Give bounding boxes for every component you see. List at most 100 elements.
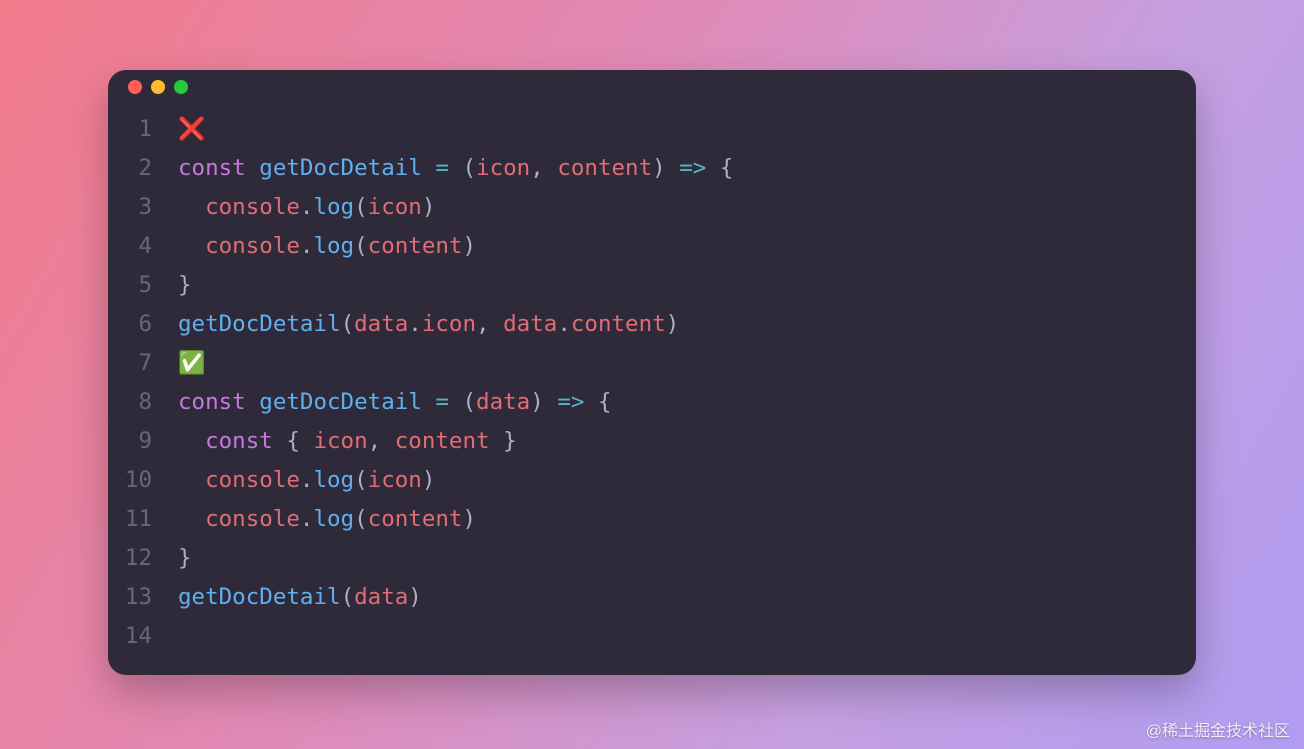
code-token xyxy=(449,155,463,181)
code-token: = xyxy=(435,389,449,415)
code-token: const xyxy=(178,389,259,415)
line-content: console.log(content) xyxy=(178,227,1196,266)
line-number: 4 xyxy=(108,227,178,266)
code-line: 11 console.log(content) xyxy=(108,500,1196,539)
line-content: console.log(icon) xyxy=(178,188,1196,227)
code-token: log xyxy=(313,467,354,493)
code-token: ) xyxy=(462,233,476,259)
code-token: icon xyxy=(422,311,476,337)
code-token xyxy=(178,428,205,454)
code-token: ❌ xyxy=(178,117,205,142)
code-token: data xyxy=(354,584,408,610)
code-token: console xyxy=(205,233,300,259)
code-token: } xyxy=(178,272,192,298)
line-number: 1 xyxy=(108,110,178,149)
watermark-text: @稀土掘金技术社区 xyxy=(1146,717,1290,741)
code-token: ) xyxy=(408,584,422,610)
code-line: 10 console.log(icon) xyxy=(108,461,1196,500)
code-token: ✅ xyxy=(178,351,205,376)
line-number: 5 xyxy=(108,266,178,305)
code-token: => xyxy=(557,389,584,415)
zoom-icon[interactable] xyxy=(174,80,188,94)
code-token: { xyxy=(286,428,313,454)
code-token: icon xyxy=(368,194,422,220)
line-content: } xyxy=(178,539,1196,578)
code-token xyxy=(422,389,436,415)
code-token: ( xyxy=(462,155,476,181)
code-token: , xyxy=(476,311,503,337)
code-token: getDocDetail xyxy=(259,155,422,181)
window-titlebar xyxy=(108,70,1196,104)
code-token: } xyxy=(490,428,517,454)
code-token: ) xyxy=(530,389,557,415)
code-line: 4 console.log(content) xyxy=(108,227,1196,266)
code-token: } xyxy=(178,545,192,571)
code-line: 3 console.log(icon) xyxy=(108,188,1196,227)
code-line: 1❌ xyxy=(108,110,1196,149)
line-content: ❌ xyxy=(178,110,1196,149)
code-token: content xyxy=(571,311,666,337)
code-token xyxy=(178,233,205,259)
code-token: content xyxy=(395,428,490,454)
code-token: ) xyxy=(666,311,680,337)
code-line: 6getDocDetail(data.icon, data.content) xyxy=(108,305,1196,344)
code-token: data xyxy=(354,311,408,337)
code-token: console xyxy=(205,194,300,220)
code-token: data xyxy=(503,311,557,337)
code-token: . xyxy=(557,311,571,337)
code-token: . xyxy=(300,467,314,493)
code-token: const xyxy=(178,155,259,181)
code-token: ( xyxy=(354,194,368,220)
code-token: getDocDetail xyxy=(259,389,422,415)
line-number: 9 xyxy=(108,422,178,461)
line-content: getDocDetail(data) xyxy=(178,578,1196,617)
line-content: const { icon, content } xyxy=(178,422,1196,461)
line-number: 2 xyxy=(108,149,178,188)
code-token: console xyxy=(205,506,300,532)
code-token: ( xyxy=(341,311,355,337)
line-number: 10 xyxy=(108,461,178,500)
code-token: ( xyxy=(462,389,476,415)
line-content: } xyxy=(178,266,1196,305)
line-number: 7 xyxy=(108,344,178,383)
code-line: 12} xyxy=(108,539,1196,578)
code-token xyxy=(422,155,436,181)
code-token: icon xyxy=(476,155,530,181)
code-line: 5} xyxy=(108,266,1196,305)
code-line: 8const getDocDetail = (data) => { xyxy=(108,383,1196,422)
code-token: console xyxy=(205,467,300,493)
code-token: . xyxy=(300,506,314,532)
code-token: ( xyxy=(341,584,355,610)
code-token: log xyxy=(313,506,354,532)
code-token: . xyxy=(408,311,422,337)
minimize-icon[interactable] xyxy=(151,80,165,94)
code-token xyxy=(178,467,205,493)
code-token: ( xyxy=(354,467,368,493)
code-token: { xyxy=(584,389,611,415)
close-icon[interactable] xyxy=(128,80,142,94)
code-token: ( xyxy=(354,506,368,532)
code-token: . xyxy=(300,194,314,220)
line-content: const getDocDetail = (data) => { xyxy=(178,383,1196,422)
code-token: , xyxy=(368,428,395,454)
line-number: 6 xyxy=(108,305,178,344)
line-number: 13 xyxy=(108,578,178,617)
code-token: log xyxy=(313,233,354,259)
code-token: data xyxy=(476,389,530,415)
code-token xyxy=(178,506,205,532)
line-content: console.log(content) xyxy=(178,500,1196,539)
line-number: 12 xyxy=(108,539,178,578)
code-token: ) xyxy=(422,467,436,493)
code-token: log xyxy=(313,194,354,220)
code-token: content xyxy=(368,233,463,259)
code-token: ) xyxy=(462,506,476,532)
line-content xyxy=(178,617,1196,656)
code-token: icon xyxy=(368,467,422,493)
code-token: => xyxy=(679,155,706,181)
code-token: icon xyxy=(313,428,367,454)
code-line: 9 const { icon, content } xyxy=(108,422,1196,461)
code-token: = xyxy=(435,155,449,181)
code-block: 1❌2const getDocDetail = (icon, content) … xyxy=(108,104,1196,668)
line-number: 14 xyxy=(108,617,178,656)
code-token: getDocDetail xyxy=(178,311,341,337)
